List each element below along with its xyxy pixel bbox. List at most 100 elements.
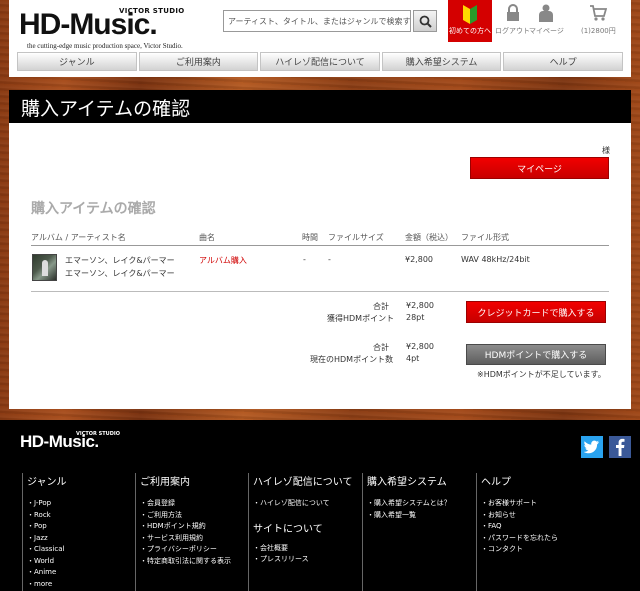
- facebook-button[interactable]: [609, 436, 631, 458]
- footer-link[interactable]: ご利用方法: [140, 510, 248, 522]
- section-title: 購入アイテムの確認: [31, 201, 156, 217]
- footer-heading-hires[interactable]: ハイレゾ配信について: [253, 473, 362, 488]
- search-input[interactable]: アーティスト、タイトル、またはジャンルで検索する: [223, 10, 411, 32]
- table-row-divider: [31, 291, 609, 292]
- footer-link[interactable]: プレスリリース: [253, 554, 362, 566]
- header-time: 時間: [302, 233, 318, 242]
- footer-list-guide: 会員登録 ご利用方法 HDMポイント規約 サービス利用規約 プライバシーポリシー…: [140, 498, 248, 567]
- footer-link[interactable]: 会社概要: [253, 543, 362, 555]
- logo-main: HD-Music.: [19, 8, 158, 41]
- footer-link[interactable]: サービス利用規約: [140, 533, 248, 545]
- footer-link[interactable]: Classical: [27, 544, 135, 556]
- logo-tagline: the cutting-edge music production space,…: [27, 42, 183, 50]
- beginner-button[interactable]: 初めての方へ: [448, 0, 492, 42]
- beginner-label: 初めての方へ: [449, 27, 491, 35]
- row-format: WAV 48kHz/24bit: [461, 255, 530, 264]
- footer-link[interactable]: HDMポイント規約: [140, 521, 248, 533]
- footer-link[interactable]: 購入希望一覧: [367, 510, 476, 522]
- twitter-button[interactable]: [581, 436, 603, 458]
- footer-link[interactable]: お知らせ: [481, 510, 616, 522]
- footer-link[interactable]: Pop: [27, 521, 135, 533]
- lock-icon: [506, 4, 519, 21]
- header-album: アルバム / アーティスト名: [31, 233, 126, 242]
- footer-heading-request[interactable]: 購入希望システム: [367, 473, 476, 488]
- footer-col-hires: ハイレゾ配信について ハイレゾ配信について サイトについて 会社概要 プレスリリ…: [248, 473, 362, 591]
- footer-list-hires: ハイレゾ配信について: [253, 498, 362, 510]
- main-nav: ジャンル ご利用案内 ハイレゾ配信について 購入希望システム ヘルプ: [9, 52, 631, 71]
- footer-link[interactable]: World: [27, 556, 135, 568]
- hdm-total-label: 合計: [373, 343, 389, 352]
- row-album-name[interactable]: エマーソン、レイク&パーマー: [65, 255, 175, 266]
- search-button[interactable]: [413, 10, 437, 32]
- user-honorific: 様: [602, 146, 610, 155]
- credit-card-purchase-button[interactable]: クレジットカードで購入する: [466, 301, 606, 323]
- footer-list-help: お客様サポート お知らせ FAQ パスワードを忘れたら コンタクト: [481, 498, 616, 556]
- row-song-link[interactable]: アルバム購入: [199, 255, 247, 266]
- credit-total-label: 合計: [373, 302, 389, 311]
- footer-link[interactable]: ハイレゾ配信について: [253, 498, 362, 510]
- search-icon: [419, 15, 432, 28]
- footer-link[interactable]: 特定商取引法に関する表示: [140, 556, 248, 568]
- nav-item-hires[interactable]: ハイレゾ配信について: [260, 52, 380, 71]
- footer-col-request: 購入希望システム 購入希望システムとは？ 購入希望一覧: [362, 473, 476, 591]
- footer-col-help: ヘルプ お客様サポート お知らせ FAQ パスワードを忘れたら コンタクト: [476, 473, 616, 591]
- footer-list-site: 会社概要 プレスリリース: [253, 543, 362, 566]
- row-price: ¥2,800: [405, 255, 433, 264]
- header-song: 曲名: [199, 233, 215, 242]
- footer-col-genre: ジャンル J-Pop Rock Pop Jazz Classical World…: [22, 473, 135, 591]
- mypage-button[interactable]: マイページ: [470, 157, 609, 179]
- footer-heading-help[interactable]: ヘルプ: [481, 473, 616, 488]
- footer-link[interactable]: 購入希望システムとは？: [367, 498, 476, 510]
- footer-col-guide: ご利用案内 会員登録 ご利用方法 HDMポイント規約 サービス利用規約 プライバ…: [135, 473, 248, 591]
- logout-label: ログアウト: [495, 27, 530, 35]
- nav-item-help[interactable]: ヘルプ: [503, 52, 623, 71]
- site-footer: VICTOR STUDIO HD-Music. ジャンル J-Pop Rock …: [0, 420, 640, 591]
- facebook-icon: [616, 438, 625, 456]
- footer-link[interactable]: more: [27, 579, 135, 591]
- main-content: 様 マイページ 購入アイテムの確認 アルバム / アーティスト名 曲名 時間 フ…: [9, 123, 631, 409]
- header-price: 金額（税込）: [405, 233, 453, 242]
- mypage-header-button[interactable]: マイページ: [529, 4, 564, 36]
- beginner-mark-icon: [463, 5, 477, 24]
- insufficient-points-note: ※HDMポイントが不足しています。: [477, 370, 606, 379]
- cart-button[interactable]: (1)2800円: [581, 4, 616, 36]
- footer-link[interactable]: 会員登録: [140, 498, 248, 510]
- footer-link[interactable]: J-Pop: [27, 498, 135, 510]
- row-size: -: [328, 255, 331, 264]
- footer-link[interactable]: Anime: [27, 567, 135, 579]
- nav-item-request-system[interactable]: 購入希望システム: [381, 52, 502, 71]
- footer-link[interactable]: パスワードを忘れたら: [481, 533, 616, 545]
- hdm-points-label: 現在のHDMポイント数: [310, 355, 394, 364]
- person-icon: [539, 4, 554, 22]
- footer-heading-genre[interactable]: ジャンル: [27, 473, 135, 488]
- footer-link[interactable]: Jazz: [27, 533, 135, 545]
- footer-link[interactable]: お客様サポート: [481, 498, 616, 510]
- logout-button[interactable]: ログアウト: [495, 4, 530, 36]
- row-artist-name[interactable]: エマーソン、レイク&パーマー: [65, 268, 175, 279]
- footer-link[interactable]: Rock: [27, 510, 135, 522]
- mypage-header-label: マイページ: [529, 27, 564, 35]
- cart-icon: [590, 5, 608, 21]
- credit-total-value: ¥2,800: [406, 301, 434, 310]
- nav-item-genre[interactable]: ジャンル: [17, 52, 137, 71]
- album-thumbnail[interactable]: [32, 254, 57, 281]
- footer-link[interactable]: コンタクト: [481, 544, 616, 556]
- footer-link[interactable]: プライバシーポリシー: [140, 544, 248, 556]
- cart-label: (1)2800円: [581, 27, 616, 35]
- footer-logo[interactable]: HD-Music.: [20, 432, 99, 452]
- twitter-icon: [584, 440, 599, 454]
- hdm-total-value: ¥2,800: [406, 342, 434, 351]
- footer-heading-guide[interactable]: ご利用案内: [140, 473, 248, 488]
- footer-link[interactable]: FAQ: [481, 521, 616, 533]
- hdm-points-value: 4pt: [406, 354, 420, 363]
- row-time: -: [303, 255, 306, 264]
- credit-points-value: 28pt: [406, 313, 425, 322]
- header-format: ファイル形式: [461, 233, 509, 242]
- credit-points-label: 獲得HDMポイント: [327, 314, 395, 323]
- nav-item-guide[interactable]: ご利用案内: [138, 52, 259, 71]
- hdm-point-purchase-button[interactable]: HDMポイントで購入する: [466, 344, 606, 365]
- site-logo[interactable]: VICTOR STUDIO HD-Music. the cutting-edge…: [19, 7, 204, 50]
- footer-subheading-site[interactable]: サイトについて: [253, 520, 362, 535]
- album-art-figure: [42, 260, 48, 276]
- header-size: ファイルサイズ: [328, 233, 384, 242]
